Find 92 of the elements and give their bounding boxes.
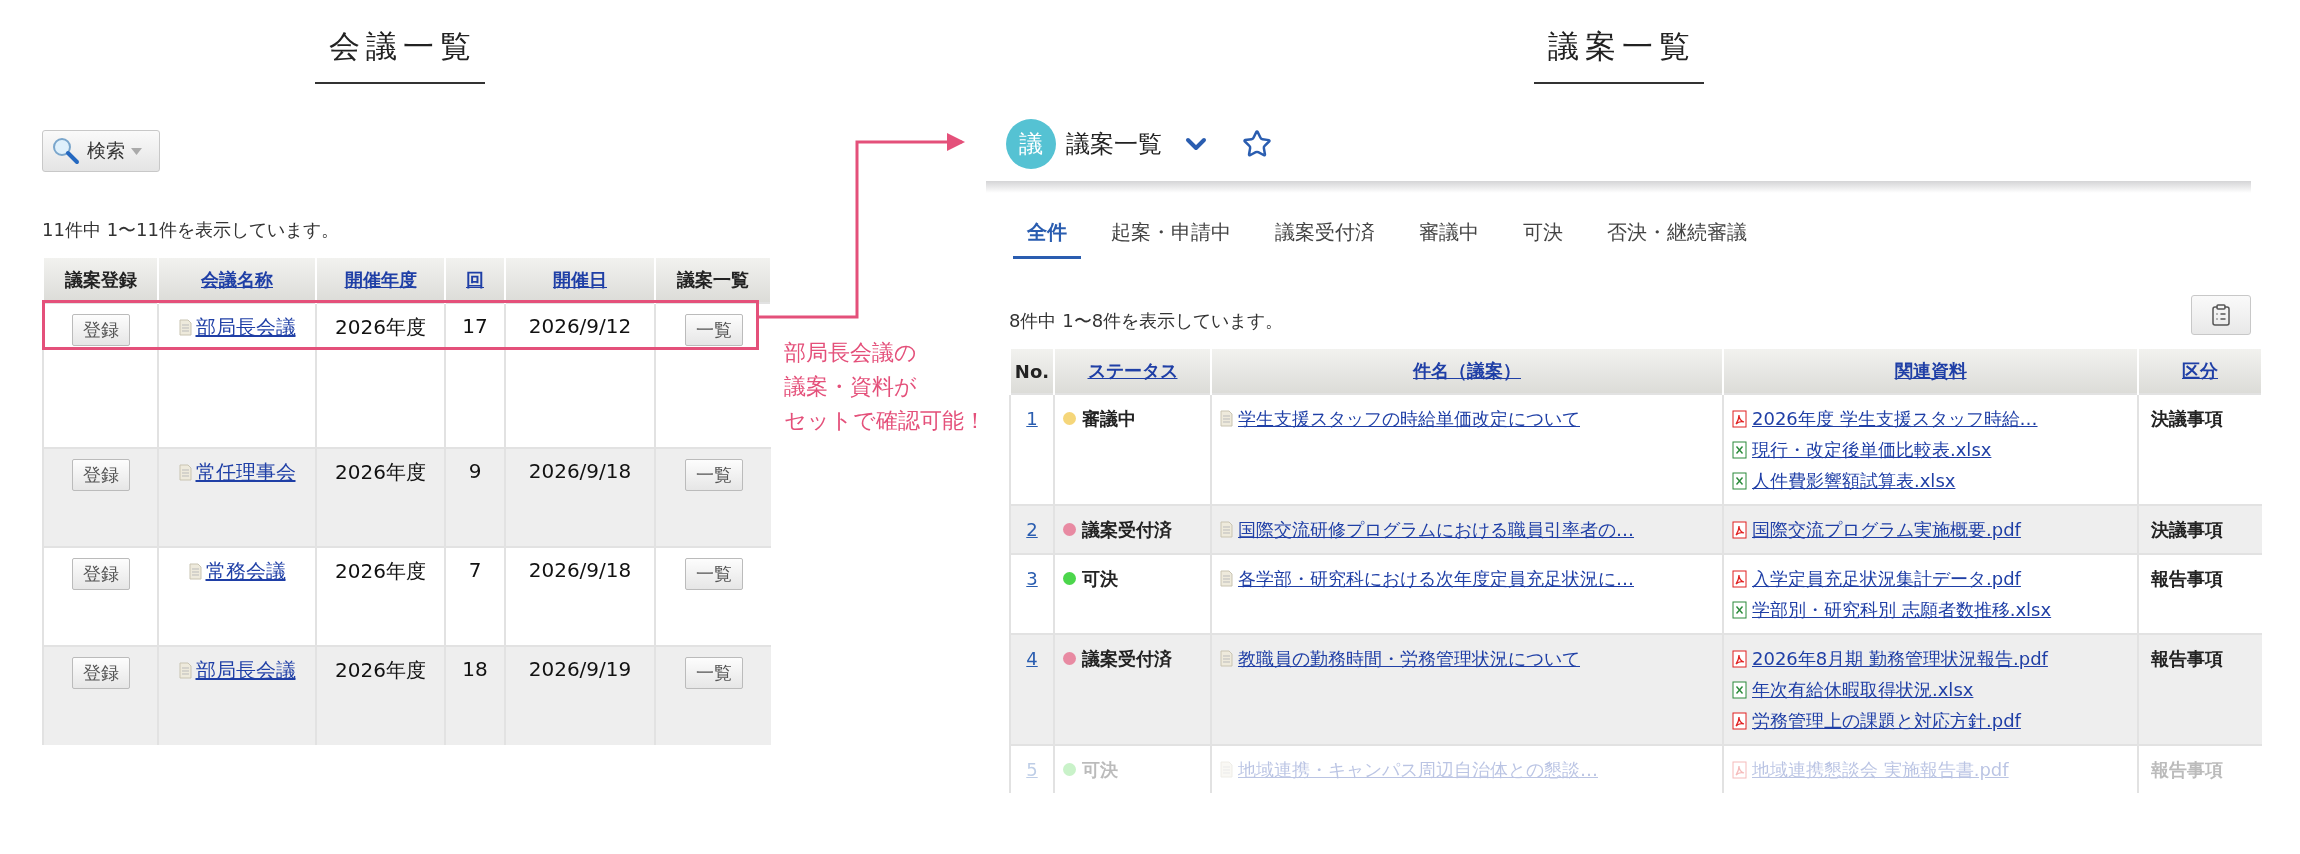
meeting-link[interactable]: 部局長会議 bbox=[195, 657, 296, 684]
subject-link[interactable]: 教職員の勤務時間・労務管理状況について bbox=[1238, 643, 1580, 674]
pdf-file-icon bbox=[1732, 649, 1747, 668]
file-link[interactable]: 現行・改定後単価比較表.xlsx bbox=[1752, 434, 1992, 465]
caret-icon bbox=[131, 147, 142, 155]
list-button[interactable]: 一覧 bbox=[684, 657, 743, 689]
list-button[interactable]: 一覧 bbox=[684, 558, 743, 590]
register-button[interactable]: 登録 bbox=[71, 314, 130, 346]
sort-link[interactable]: 開催年度 bbox=[316, 258, 445, 303]
file-link[interactable]: 労務管理上の課題と対応方針.pdf bbox=[1752, 705, 2021, 736]
subject-link[interactable]: 各学部・研究科における次年度定員充足状況に… bbox=[1238, 563, 1634, 594]
file-link[interactable]: 2026年8月期 勤務管理状況報告.pdf bbox=[1752, 643, 2048, 674]
sort-link[interactable]: ステータス bbox=[1054, 349, 1211, 394]
subject-link[interactable]: 学生支援スタッフの時給単価改定について bbox=[1238, 403, 1580, 434]
sort-link[interactable]: 会議名称 bbox=[158, 258, 316, 303]
document-icon bbox=[1220, 521, 1233, 538]
pdf-file-icon bbox=[1732, 569, 1747, 588]
meeting-link[interactable]: 常任理事会 bbox=[195, 459, 296, 486]
section-heading: 会議一覧 bbox=[315, 26, 485, 84]
star-icon[interactable] bbox=[1242, 129, 1272, 159]
file-link[interactable]: 2026年度 学生支援スタッフ時給… bbox=[1752, 403, 2038, 434]
sort-link[interactable]: 件名（議案） bbox=[1211, 349, 1723, 394]
tab[interactable]: 審議中 bbox=[1405, 211, 1493, 259]
spreadsheet-file-icon bbox=[1732, 680, 1747, 699]
register-button[interactable]: 登録 bbox=[71, 459, 130, 491]
tab[interactable]: 否決・継続審議 bbox=[1593, 211, 1761, 259]
result-count: 8件中 1〜8件を表示しています。 bbox=[1009, 309, 1284, 333]
clipboard-button[interactable] bbox=[2191, 295, 2251, 335]
row-number-link[interactable]: 2 bbox=[1019, 514, 1045, 545]
table-cell: 2026/9/19 bbox=[505, 646, 655, 745]
category-label: 報告事項 bbox=[2150, 758, 2224, 782]
file-link[interactable]: 年次有給休暇取得状況.xlsx bbox=[1752, 674, 1974, 705]
callout-text: 部局長会議の bbox=[784, 339, 918, 367]
document-icon bbox=[1220, 410, 1233, 427]
callout-text: 議案・資料が bbox=[784, 373, 918, 401]
column-header: No. bbox=[1010, 349, 1054, 394]
category-label: 決議事項 bbox=[2150, 518, 2224, 542]
pdf-file-icon bbox=[1732, 760, 1747, 779]
spreadsheet-file-icon bbox=[1732, 440, 1747, 459]
meeting-link[interactable]: 常務会議 bbox=[205, 558, 286, 585]
app-avatar: 議 bbox=[1006, 119, 1056, 169]
tab[interactable]: 可決 bbox=[1509, 211, 1577, 259]
register-button[interactable]: 登録 bbox=[71, 657, 130, 689]
section-heading: 議案一覧 bbox=[1533, 26, 1704, 84]
status-label: 審議中 bbox=[1082, 407, 1136, 431]
status-label: 議案受付済 bbox=[1082, 518, 1172, 542]
app-title: 議案一覧 bbox=[1066, 129, 1162, 160]
register-button[interactable]: 登録 bbox=[71, 558, 130, 590]
search-icon bbox=[51, 136, 81, 166]
spreadsheet-file-icon bbox=[1732, 471, 1747, 490]
document-icon bbox=[178, 662, 192, 679]
table-cell: 18 bbox=[445, 646, 505, 745]
table-cell: 2026年度 bbox=[316, 646, 445, 745]
status-label: 可決 bbox=[1082, 758, 1118, 782]
result-count: 11件中 1〜11件を表示しています。 bbox=[42, 218, 340, 242]
sort-link[interactable]: 関連資料 bbox=[1723, 349, 2138, 394]
tab[interactable]: 議案受付済 bbox=[1261, 211, 1389, 259]
clipboard-icon bbox=[2209, 303, 2233, 327]
row-number-link[interactable]: 4 bbox=[1019, 643, 1045, 674]
file-link[interactable]: 人件費影響額試算表.xlsx bbox=[1752, 465, 1956, 496]
status-label: 議案受付済 bbox=[1082, 647, 1172, 671]
spreadsheet-file-icon bbox=[1732, 600, 1747, 619]
document-icon bbox=[178, 464, 192, 481]
sort-link[interactable]: 区分 bbox=[2138, 349, 2262, 394]
column-header: 議案登録 bbox=[43, 258, 158, 303]
file-link[interactable]: 入学定員充足状況集計データ.pdf bbox=[1752, 563, 2021, 594]
document-icon bbox=[188, 563, 202, 580]
list-button[interactable]: 一覧 bbox=[684, 314, 743, 346]
row-number-link[interactable]: 1 bbox=[1019, 403, 1045, 434]
pdf-file-icon bbox=[1732, 711, 1747, 730]
tab[interactable]: 全件 bbox=[1013, 211, 1081, 259]
document-icon bbox=[1220, 650, 1233, 667]
file-link[interactable]: 国際交流プログラム実施概要.pdf bbox=[1752, 514, 2021, 545]
sort-link[interactable]: 開催日 bbox=[505, 258, 655, 303]
document-icon bbox=[1220, 570, 1233, 587]
column-header: 議案一覧 bbox=[655, 258, 771, 303]
document-icon bbox=[1220, 761, 1233, 778]
search-button[interactable]: 検索 bbox=[42, 130, 160, 172]
tab[interactable]: 起案・申請中 bbox=[1097, 211, 1245, 259]
category-label: 報告事項 bbox=[2150, 647, 2224, 671]
category-label: 決議事項 bbox=[2150, 407, 2224, 431]
callout-text: セットで確認可能！ bbox=[784, 407, 986, 435]
document-icon bbox=[178, 319, 192, 336]
row-number-link[interactable]: 3 bbox=[1019, 563, 1045, 594]
pdf-file-icon bbox=[1732, 520, 1747, 539]
meeting-link[interactable]: 部局長会議 bbox=[195, 314, 296, 341]
category-label: 報告事項 bbox=[2150, 567, 2224, 591]
pdf-file-icon bbox=[1732, 409, 1747, 428]
status-label: 可決 bbox=[1082, 567, 1118, 591]
file-link[interactable]: 学部別・研究科別 志願者数推移.xlsx bbox=[1752, 594, 2052, 625]
subject-link[interactable]: 国際交流研修プログラムにおける職員引率者の… bbox=[1238, 514, 1634, 545]
list-button[interactable]: 一覧 bbox=[684, 459, 743, 491]
